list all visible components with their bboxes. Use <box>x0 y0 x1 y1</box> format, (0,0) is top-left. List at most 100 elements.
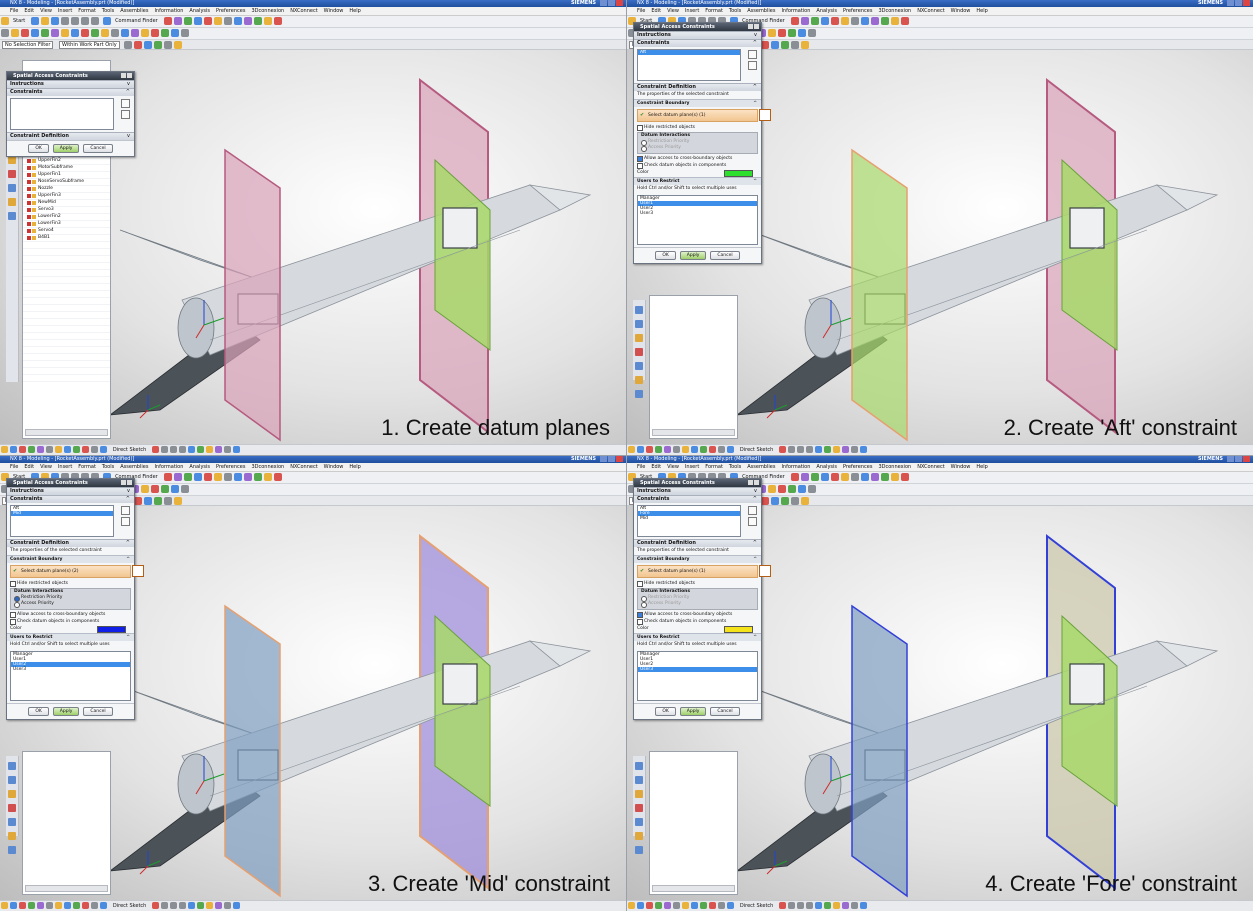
allow-cross-boundary-checkbox[interactable]: Allow access to cross-boundary objects <box>634 155 761 162</box>
tool-icon[interactable] <box>727 902 734 909</box>
tool-icon[interactable] <box>215 446 223 453</box>
users-list[interactable]: Manager User1 User2 User3 <box>637 651 758 701</box>
new-constraint-icon[interactable] <box>121 506 130 515</box>
part-navigator-icon[interactable] <box>8 156 16 164</box>
select-datum-planes[interactable]: Select datum plane(s) (1) <box>637 565 771 578</box>
navigator-scrollbar[interactable] <box>652 429 735 436</box>
tool-icon[interactable] <box>183 17 192 25</box>
tool-icon[interactable] <box>223 473 232 481</box>
close-icon[interactable] <box>127 480 132 485</box>
user-list-item[interactable]: User3 <box>638 211 757 216</box>
tool-icon[interactable] <box>161 485 169 493</box>
tool-icon[interactable] <box>727 446 734 453</box>
new-constraint-icon[interactable] <box>748 506 757 515</box>
tool-icon[interactable] <box>646 902 653 909</box>
tool-icon[interactable] <box>628 902 635 909</box>
tool-icon[interactable] <box>81 29 89 37</box>
menu-item-format[interactable]: Format <box>78 464 96 470</box>
tool-icon[interactable] <box>709 446 716 453</box>
tool-icon[interactable] <box>243 473 252 481</box>
tool-icon[interactable] <box>101 29 109 37</box>
save-icon[interactable] <box>51 17 60 25</box>
tool-icon[interactable] <box>850 473 859 481</box>
tool-icon[interactable] <box>900 17 909 25</box>
snap-icon[interactable] <box>761 497 770 505</box>
tool-icon[interactable] <box>213 473 222 481</box>
menu-item-analysis[interactable]: Analysis <box>816 464 837 470</box>
cancel-button[interactable]: Cancel <box>83 144 113 153</box>
roles-icon[interactable] <box>635 846 643 854</box>
tool-icon[interactable] <box>131 29 139 37</box>
snap-icon[interactable] <box>174 41 183 49</box>
tool-icon[interactable] <box>273 473 282 481</box>
tool-icon[interactable] <box>673 446 680 453</box>
users-list[interactable]: Manager User1 User2 User3 <box>637 195 758 245</box>
constraint-boundary-header[interactable]: Constraint Boundary ^ <box>634 99 761 107</box>
tree-node[interactable]: NewMid <box>23 200 110 207</box>
users-to-restrict-header[interactable]: Users to Restrict ^ <box>7 633 134 641</box>
menu-item-window[interactable]: Window <box>324 8 344 14</box>
circle-icon[interactable] <box>797 902 805 909</box>
menu-item-preferences[interactable]: Preferences <box>843 464 872 470</box>
instructions-section[interactable]: Instructions v <box>7 487 134 495</box>
close-icon[interactable] <box>754 480 759 485</box>
tool-icon[interactable] <box>628 446 635 453</box>
users-to-restrict-header[interactable]: Users to Restrict ^ <box>634 633 761 641</box>
cancel-button[interactable]: Cancel <box>710 251 740 260</box>
color-swatch[interactable] <box>724 170 753 177</box>
collapse-icon[interactable]: ^ <box>753 100 757 107</box>
tool-icon[interactable] <box>206 446 214 453</box>
allow-cross-boundary-checkbox[interactable]: Allow access to cross-boundary objects <box>7 611 134 618</box>
navigator-scrollbar[interactable] <box>25 885 108 892</box>
tool-icon[interactable] <box>55 902 62 909</box>
tool-icon[interactable] <box>263 17 272 25</box>
select-datum-icon[interactable] <box>132 565 144 577</box>
hide-restricted-checkbox[interactable]: Hide restricted objects <box>7 580 134 587</box>
reset-icon[interactable] <box>748 24 753 29</box>
tool-icon[interactable] <box>41 29 49 37</box>
apply-button[interactable]: Apply <box>52 707 80 716</box>
tool-icon[interactable] <box>111 29 119 37</box>
menu-item-information[interactable]: Information <box>154 464 183 470</box>
tree-node[interactable]: UpperFin2 <box>23 158 110 165</box>
reset-icon[interactable] <box>748 480 753 485</box>
access-priority-radio[interactable]: Access Priority <box>638 601 757 608</box>
arc-icon[interactable] <box>788 902 796 909</box>
direct-sketch-label[interactable]: Direct Sketch <box>113 901 146 911</box>
tool-icon[interactable] <box>197 902 205 909</box>
apply-button[interactable]: Apply <box>679 707 707 716</box>
tool-icon[interactable] <box>790 473 799 481</box>
tool-icon[interactable] <box>860 17 869 25</box>
tool-icon[interactable] <box>37 446 44 453</box>
undo-icon[interactable] <box>81 17 90 25</box>
constraints-list[interactable]: Aft Mid <box>10 505 114 537</box>
tool-icon[interactable] <box>203 17 212 25</box>
ok-button[interactable]: OK <box>655 707 676 716</box>
tool-icon[interactable] <box>870 473 879 481</box>
instructions-section[interactable]: Instructions v <box>634 31 761 39</box>
tool-icon[interactable] <box>233 473 242 481</box>
tool-icon[interactable] <box>171 29 179 37</box>
tree-node[interactable]: Nozzle <box>23 186 110 193</box>
tool-icon[interactable] <box>263 473 272 481</box>
line-icon[interactable] <box>779 902 787 909</box>
ok-button[interactable]: OK <box>28 144 49 153</box>
menu-item-preferences[interactable]: Preferences <box>216 8 245 14</box>
constraint-definition-section[interactable]: Constraint Definition v <box>7 132 134 140</box>
tool-icon[interactable] <box>810 17 819 25</box>
tool-icon[interactable] <box>183 473 192 481</box>
reuse-library-icon[interactable] <box>635 348 643 356</box>
tool-icon[interactable] <box>181 485 189 493</box>
history-icon[interactable] <box>8 818 16 826</box>
line-icon[interactable] <box>152 446 160 453</box>
history-icon[interactable] <box>635 362 643 370</box>
roles-icon[interactable] <box>8 846 16 854</box>
menu-item-help[interactable]: Help <box>349 8 360 14</box>
maximize-button[interactable] <box>1235 456 1242 462</box>
snap-icon[interactable] <box>761 41 770 49</box>
color-swatch[interactable] <box>97 626 126 633</box>
tool-icon[interactable] <box>188 902 196 909</box>
constraint-boundary-header[interactable]: Constraint Boundary ^ <box>7 555 134 563</box>
collapse-icon[interactable]: ^ <box>126 540 130 547</box>
tool-icon[interactable] <box>233 902 241 909</box>
